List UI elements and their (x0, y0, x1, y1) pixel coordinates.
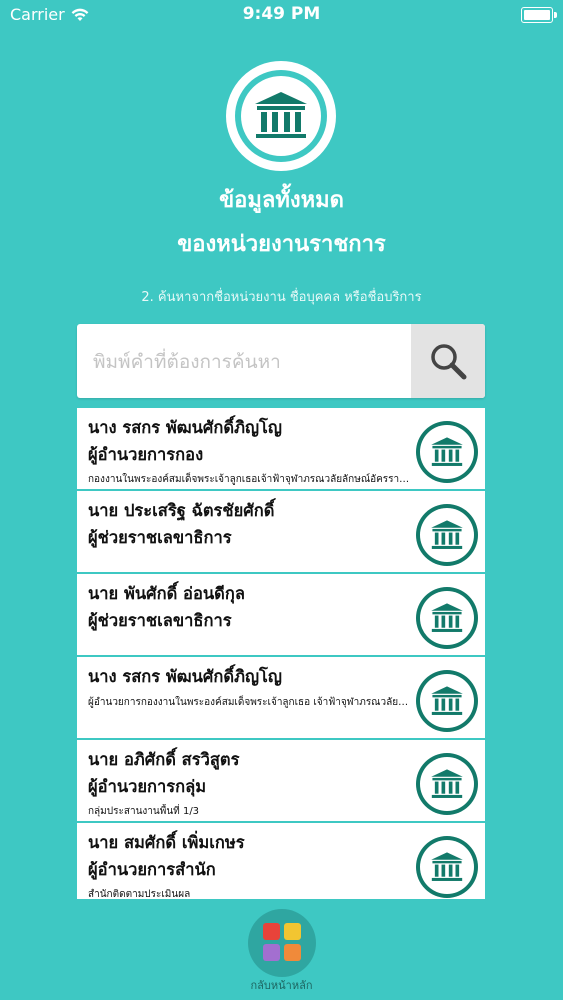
government-building-icon (416, 421, 478, 483)
item-name: นาย สมศักดิ์ เพิ่มเกษร (88, 833, 245, 852)
logo-center (241, 76, 321, 156)
item-name: นาย อภิศักดิ์ สรวิสูตร (88, 750, 240, 769)
government-building-icon (416, 753, 478, 815)
home-tile-yellow (284, 923, 301, 940)
item-name: นาย ประเสริฐ ฉัตรชัยศักดิ์ (88, 501, 275, 520)
home-tile-orange (284, 944, 301, 961)
item-role: ผู้ช่วยราชเลขาธิการ (88, 611, 232, 630)
list-item[interactable]: นาง รสกร พัฒนศักดิ์ภิญโญ ผู้อำนวยการกองง… (77, 657, 485, 738)
search-bar (77, 324, 485, 398)
item-name: นาง รสกร พัฒนศักดิ์ภิญโญ (88, 667, 282, 686)
item-detail: ผู้อำนวยการกองงานในพระองค์สมเด็จพระเจ้าล… (88, 697, 413, 708)
list-item[interactable]: นาง รสกร พัฒนศักดิ์ภิญโญ ผู้อำนวยการกอง … (77, 408, 485, 489)
list-item[interactable]: นาย ประเสริฐ ฉัตรชัยศักดิ์ ผู้ช่วยราชเลข… (77, 491, 485, 572)
item-name: นาง รสกร พัฒนศักดิ์ภิญโญ (88, 418, 282, 437)
item-role: ผู้ช่วยราชเลขาธิการ (88, 528, 232, 547)
results-list: นาง รสกร พัฒนศักดิ์ภิญโญ ผู้อำนวยการกอง … (77, 408, 485, 901)
list-item[interactable]: นาย อภิศักดิ์ สรวิสูตร ผู้อำนวยการกลุ่ม … (77, 740, 485, 821)
home-tile-red (263, 923, 280, 940)
government-building-icon (416, 504, 478, 566)
page-subtitle: 2. ค้นหาจากชื่อหน่วยงาน ชื่อบุคคล หรือชื… (141, 290, 422, 305)
home-button[interactable] (248, 909, 316, 977)
government-building-icon (255, 92, 307, 138)
item-detail: กลุ่มประสานงานพื้นที่ 1/3 (88, 806, 200, 817)
page-title-line2: ของหน่วยงานราชการ (177, 232, 386, 257)
item-role: ผู้อำนวยการกลุ่ม (88, 777, 207, 796)
item-detail: กองงานในพระองค์สมเด็จพระเจ้าลูกเธอเจ้าฟ้… (88, 474, 413, 485)
status-bar: Carrier 9:49 PM (0, 0, 563, 30)
page-title-line1: ข้อมูลทั้งหมด (219, 188, 344, 213)
search-button[interactable] (411, 324, 485, 398)
logo (226, 61, 336, 171)
battery-icon (521, 7, 557, 23)
list-item[interactable]: นาย พันศักดิ์ อ่อนดีกุล ผู้ช่วยราชเลขาธิ… (77, 574, 485, 655)
status-time: 9:49 PM (242, 4, 321, 24)
list-item[interactable]: นาย สมศักดิ์ เพิ่มเกษร ผู้อำนวยการสำนัก … (77, 823, 485, 899)
item-detail: สำนักติดตามประเมินผล (88, 889, 191, 899)
search-input[interactable] (91, 342, 405, 382)
item-name: นาย พันศักดิ์ อ่อนดีกุล (88, 584, 245, 603)
item-role: ผู้อำนวยการสำนัก (88, 860, 216, 879)
home-label[interactable]: กลับหน้าหลัก (0, 976, 563, 994)
item-role: ผู้อำนวยการกอง (88, 445, 204, 464)
government-building-icon (416, 587, 478, 649)
government-building-icon (416, 836, 478, 898)
logo-ring (235, 70, 327, 162)
home-tile-purple (263, 944, 280, 961)
government-building-icon (416, 670, 478, 732)
search-icon (431, 344, 467, 380)
